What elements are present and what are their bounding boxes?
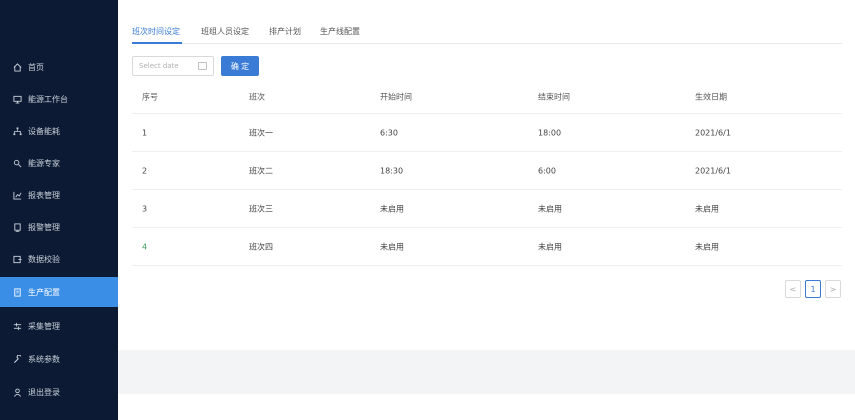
active-tab-indicator <box>132 42 182 44</box>
pagination: < 1 > <box>785 280 841 298</box>
table-row[interactable]: 1 班次一 6:30 18:00 2021/6/1 <box>132 114 842 152</box>
sidebar-item-device-energy[interactable]: 设备能耗 <box>0 116 118 146</box>
sidebar-item-logout[interactable]: 退出登录 <box>0 377 118 407</box>
table-cell: 2 <box>142 166 148 175</box>
home-icon <box>12 62 22 72</box>
table-cell: 6:30 <box>380 128 398 137</box>
sidebar-item-system-params[interactable]: 系统参数 <box>0 344 118 374</box>
table-cell: 未启用 <box>538 242 562 251</box>
sidebar: 首页 能源工作台 设备能耗 能源专家 报表管理 报警管理 数据校验 生产配置 采… <box>0 0 118 420</box>
date-picker-input[interactable]: Select date <box>132 56 214 76</box>
sidebar-item-label: 能源工作台 <box>28 94 68 104</box>
sidebar-item-label: 设备能耗 <box>28 126 60 136</box>
table-cell: 18:30 <box>380 166 404 175</box>
sidebar-item-home[interactable]: 首页 <box>0 52 118 82</box>
table-row[interactable]: 4 班次四 未启用 未启用 未启用 <box>132 228 842 266</box>
tab-team-members[interactable]: 班组人员设定 <box>201 26 249 37</box>
table-cell: 未启用 <box>695 242 719 251</box>
monitor-icon <box>12 94 22 104</box>
table-row[interactable]: 2 班次二 18:30 6:00 2021/6/1 <box>132 152 842 190</box>
table-cell: 班次二 <box>249 166 273 175</box>
next-page-button[interactable]: > <box>825 280 841 298</box>
table-cell: 班次四 <box>249 242 273 251</box>
tab-production-plan[interactable]: 排产计划 <box>269 26 301 37</box>
device-tree-icon <box>12 126 22 136</box>
sidebar-item-data-check[interactable]: 数据校验 <box>0 244 118 274</box>
user-icon <box>12 387 22 397</box>
date-placeholder: Select date <box>139 62 179 70</box>
app-window: 首页 能源工作台 设备能耗 能源专家 报表管理 报警管理 数据校验 生产配置 采… <box>0 0 855 420</box>
sidebar-item-energy-workbench[interactable]: 能源工作台 <box>0 84 118 114</box>
alarm-icon <box>12 222 22 232</box>
sidebar-item-production-config[interactable]: 生产配置 <box>0 277 118 307</box>
table-cell: 未启用 <box>380 242 404 251</box>
wrench-icon <box>12 354 22 364</box>
calendar-icon <box>198 62 207 70</box>
table-cell: 18:00 <box>538 128 562 137</box>
expert-icon <box>12 158 22 168</box>
table-cell: 班次三 <box>249 204 273 213</box>
main-content: 班次时间设定 班组人员设定 排产计划 生产线配置 Select date 确 定… <box>118 0 855 420</box>
prev-page-button[interactable]: < <box>785 280 801 298</box>
table-cell: 6:00 <box>538 166 556 175</box>
sidebar-item-alarm-management[interactable]: 报警管理 <box>0 212 118 242</box>
column-header: 开始时间 <box>380 92 412 101</box>
table-cell: 班次一 <box>249 128 273 137</box>
sidebar-item-label: 生产配置 <box>28 287 60 297</box>
sidebar-item-label: 报表管理 <box>28 190 60 200</box>
table-cell: 2021/6/1 <box>695 166 731 175</box>
check-icon <box>12 254 22 264</box>
confirm-button[interactable]: 确 定 <box>221 56 259 76</box>
tab-bar: 班次时间设定 班组人员设定 排产计划 生产线配置 <box>132 18 842 44</box>
sidebar-item-label: 系统参数 <box>28 354 60 364</box>
sidebar-item-report-management[interactable]: 报表管理 <box>0 180 118 210</box>
table-cell: 3 <box>142 204 148 213</box>
sidebar-item-label: 退出登录 <box>28 387 60 397</box>
shift-table: 序号 班次 开始时间 结束时间 生效日期 1 班次一 6:30 18:00 20… <box>132 80 842 266</box>
tab-shift-time[interactable]: 班次时间设定 <box>132 26 180 37</box>
column-header: 结束时间 <box>538 92 570 101</box>
sidebar-item-label: 首页 <box>28 62 44 72</box>
table-cell: 未启用 <box>695 204 719 213</box>
table-header-row: 序号 班次 开始时间 结束时间 生效日期 <box>132 80 842 114</box>
table-cell: 4 <box>142 242 148 251</box>
table-cell: 2021/6/1 <box>695 128 731 137</box>
table-cell: 未启用 <box>380 204 404 213</box>
column-header: 序号 <box>142 92 158 101</box>
sidebar-item-energy-expert[interactable]: 能源专家 <box>0 148 118 178</box>
sidebar-item-label: 报警管理 <box>28 222 60 232</box>
sidebar-item-label: 采集管理 <box>28 321 60 331</box>
sidebar-item-collect-management[interactable]: 采集管理 <box>0 311 118 341</box>
chart-icon <box>12 190 22 200</box>
tab-line-config[interactable]: 生产线配置 <box>320 26 360 37</box>
column-header: 生效日期 <box>695 92 727 101</box>
table-cell: 未启用 <box>538 204 562 213</box>
table-row[interactable]: 3 班次三 未启用 未启用 未启用 <box>132 190 842 228</box>
page-number-button[interactable]: 1 <box>805 280 821 298</box>
column-header: 班次 <box>249 92 265 101</box>
table-cell: 1 <box>142 128 148 137</box>
footer-band <box>118 350 855 394</box>
sidebar-item-label: 数据校验 <box>28 254 60 264</box>
config-icon <box>12 287 22 297</box>
collect-icon <box>12 321 22 331</box>
sidebar-item-label: 能源专家 <box>28 158 60 168</box>
